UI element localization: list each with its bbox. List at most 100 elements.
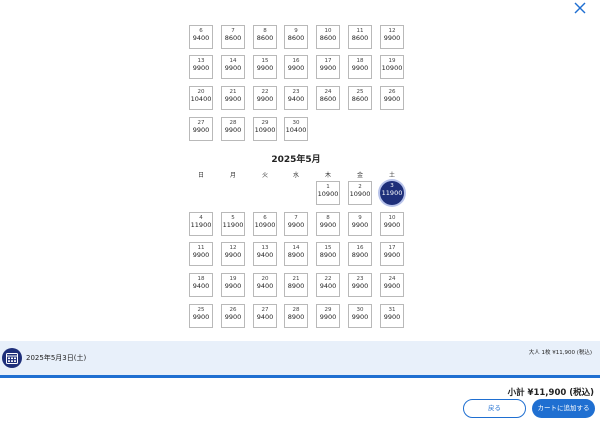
day-price: 9400 [287,95,305,103]
day-price: 10900 [254,126,276,134]
day-cell[interactable]: 10 9900 [380,212,404,236]
day-price: 9900 [224,251,242,259]
day-cell-selected[interactable]: 3 11900 [380,181,404,205]
day-cell[interactable]: 22 9400 [316,273,340,297]
close-icon [574,2,586,14]
day-cell[interactable]: 18 9400 [189,273,213,297]
day-price: 8900 [319,251,337,259]
day-price: 9900 [383,282,401,290]
day-price: 8900 [287,251,305,259]
day-cell[interactable]: 27 9400 [253,304,277,328]
close-button[interactable] [570,0,592,22]
day-cell[interactable]: 2 10900 [348,181,372,205]
day-cell[interactable]: 25 8600 [348,86,372,110]
day-cell[interactable]: 1 10900 [316,181,340,205]
day-price: 9400 [256,282,274,290]
day-cell[interactable]: 29 9900 [316,304,340,328]
day-cell[interactable]: 7 9900 [284,212,308,236]
day-price: 9900 [256,95,274,103]
day-cell[interactable]: 25 9900 [189,304,213,328]
day-cell[interactable]: 5 11900 [221,212,245,236]
weekday-label: 金 [356,172,363,179]
day-cell[interactable]: 6 9400 [189,25,213,49]
day-cell[interactable]: 14 9900 [221,55,245,79]
day-cell[interactable]: 12 9900 [380,25,404,49]
day-cell[interactable]: 6 10900 [253,212,277,236]
day-cell[interactable]: 20 10400 [189,86,213,110]
day-cell[interactable]: 7 8600 [221,25,245,49]
day-price: 9900 [224,95,242,103]
day-price: 9400 [256,251,274,259]
day-cell[interactable]: 4 11900 [189,212,213,236]
day-cell[interactable]: 23 9900 [348,273,372,297]
day-cell[interactable]: 12 9900 [221,242,245,266]
back-button[interactable]: 戻る [463,399,526,418]
day-price: 9900 [383,313,401,321]
day-cell[interactable]: 28 8900 [284,304,308,328]
day-price: 11900 [190,221,212,229]
day-cell[interactable]: 15 9900 [253,55,277,79]
day-cell[interactable]: 27 9900 [189,117,213,141]
day-price: 9900 [287,64,305,72]
day-price: 11900 [381,189,403,197]
day-price: 8900 [287,282,305,290]
day-price: 8600 [351,95,369,103]
day-cell[interactable]: 16 8900 [348,242,372,266]
weekday-label: 月 [229,172,236,179]
day-price: 10400 [190,95,212,103]
day-cell[interactable]: 14 8900 [284,242,308,266]
ticket-summary: 大人 1枚 ¥11,900 (税込) [528,350,592,356]
day-cell[interactable]: 26 9900 [380,86,404,110]
day-price: 8600 [351,34,369,42]
footer: 小計 ¥11,900 (税込) 戻る カートに追加する [0,378,600,423]
day-price: 9900 [224,282,242,290]
day-price: 8600 [319,34,337,42]
calendar-button[interactable] [2,348,22,368]
day-cell[interactable]: 29 10900 [253,117,277,141]
day-price: 8900 [351,251,369,259]
day-price: 9900 [224,313,242,321]
day-cell[interactable]: 11 8600 [348,25,372,49]
day-cell[interactable]: 26 9900 [221,304,245,328]
day-price: 9400 [256,313,274,321]
day-price: 9900 [224,126,242,134]
day-cell[interactable]: 30 9900 [348,304,372,328]
day-cell[interactable]: 10 8600 [316,25,340,49]
day-price: 9900 [351,282,369,290]
day-cell[interactable]: 9 9900 [348,212,372,236]
day-cell[interactable]: 17 9900 [380,242,404,266]
day-price: 9900 [319,313,337,321]
day-price: 10900 [381,64,403,72]
day-cell[interactable]: 13 9900 [189,55,213,79]
day-price: 9900 [383,95,401,103]
day-cell[interactable]: 8 9900 [316,212,340,236]
day-cell[interactable]: 17 9900 [316,55,340,79]
day-cell[interactable]: 30 10400 [284,117,308,141]
day-cell[interactable]: 21 8900 [284,273,308,297]
day-cell[interactable]: 15 8900 [316,242,340,266]
day-cell[interactable]: 20 9400 [253,273,277,297]
day-cell[interactable]: 24 9900 [380,273,404,297]
day-cell[interactable]: 23 9400 [284,86,308,110]
day-price: 9900 [192,126,210,134]
weekday-label: 土 [388,172,395,179]
day-cell[interactable]: 24 8600 [316,86,340,110]
day-cell[interactable]: 22 9900 [253,86,277,110]
add-to-cart-button[interactable]: カートに追加する [532,399,595,418]
day-cell[interactable]: 18 9900 [348,55,372,79]
day-cell[interactable]: 13 9400 [253,242,277,266]
day-cell[interactable]: 8 8600 [253,25,277,49]
day-cell[interactable]: 9 8600 [284,25,308,49]
day-cell[interactable]: 31 9900 [380,304,404,328]
day-price: 9900 [319,221,337,229]
day-cell[interactable]: 28 9900 [221,117,245,141]
day-cell[interactable]: 19 9900 [221,273,245,297]
day-price: 9900 [351,221,369,229]
day-price: 9900 [224,64,242,72]
day-cell[interactable]: 16 9900 [284,55,308,79]
day-cell[interactable]: 11 9900 [189,242,213,266]
day-price: 9900 [351,313,369,321]
day-cell[interactable]: 21 9900 [221,86,245,110]
day-price: 9900 [287,221,305,229]
day-cell[interactable]: 19 10900 [380,55,404,79]
